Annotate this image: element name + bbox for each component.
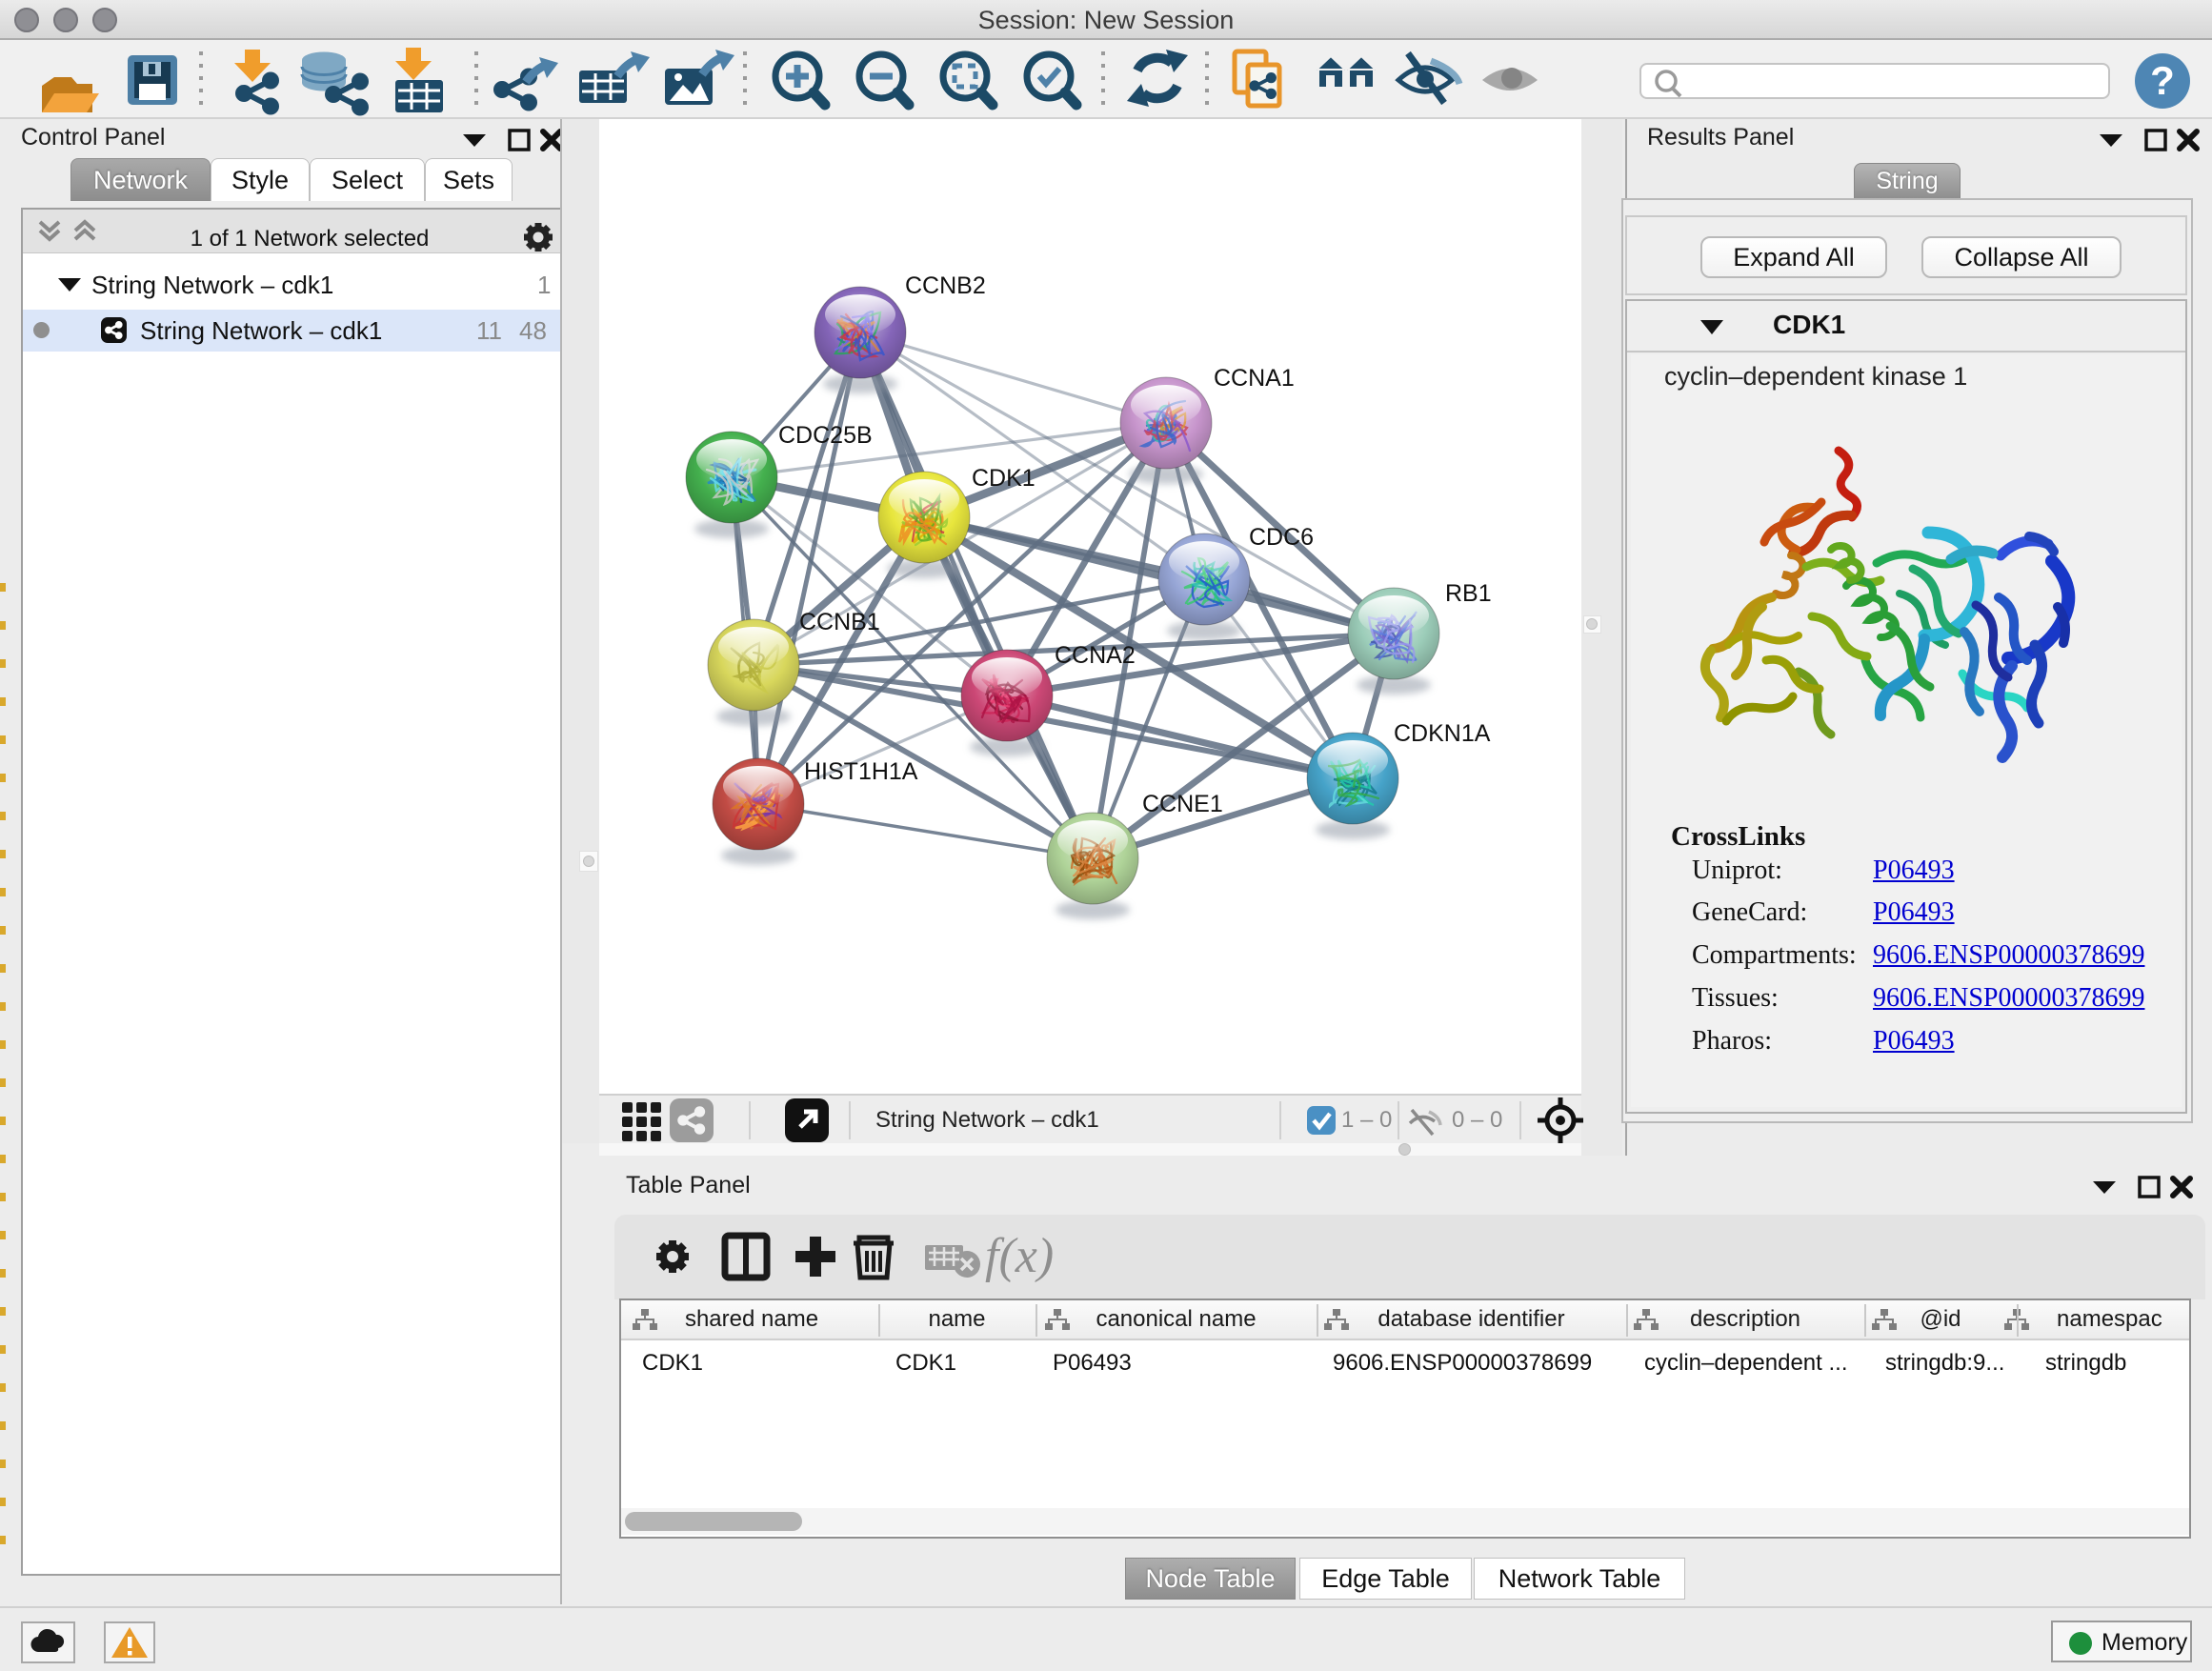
svg-text:HIST1H1A: HIST1H1A [804,758,918,785]
svg-text:f(x): f(x) [985,1229,1054,1283]
svg-text:RB1: RB1 [1445,580,1492,607]
svg-text:CDC6: CDC6 [1249,524,1314,551]
svg-text:CCNB2: CCNB2 [905,272,986,299]
svg-text:1 of 1 Network selected: 1 of 1 Network selected [191,226,430,252]
svg-text:CCNB1: CCNB1 [799,609,880,635]
svg-text:CDC25B: CDC25B [778,422,873,449]
svg-text:CCNA1: CCNA1 [1214,365,1295,392]
svg-text:CCNE1: CCNE1 [1142,791,1223,817]
svg-text:CCNA2: CCNA2 [1055,642,1136,669]
svg-text:CDK1: CDK1 [972,465,1036,492]
svg-text:CDKN1A: CDKN1A [1394,720,1491,747]
